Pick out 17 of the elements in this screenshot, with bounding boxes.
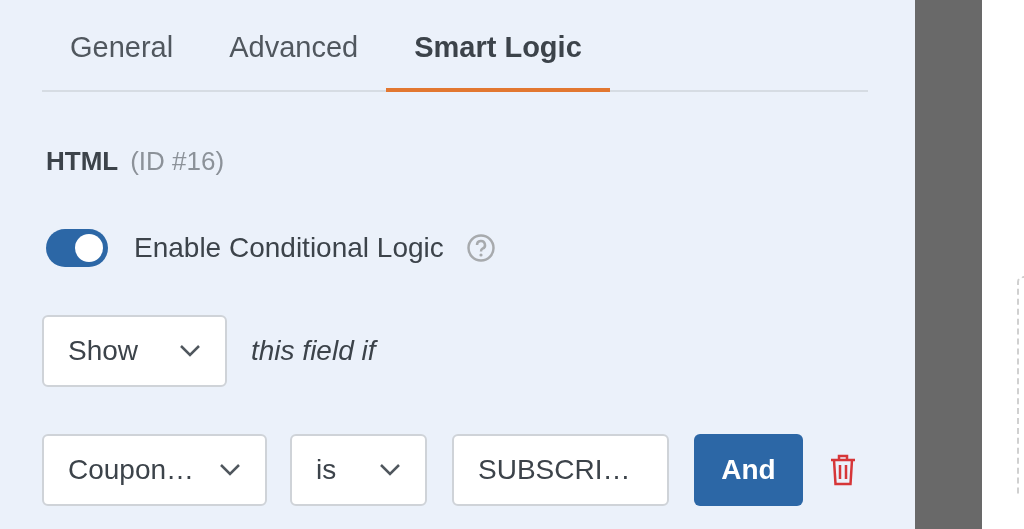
field-id: (ID #16)	[130, 145, 225, 178]
toggle-label: Enable Conditional Logic	[134, 231, 444, 265]
condition-text: this field if	[251, 334, 376, 368]
tab[interactable]: Smart Logic	[386, 0, 610, 92]
field-name: HTML	[46, 145, 119, 178]
operator-select[interactable]: is	[290, 434, 427, 506]
trash-icon[interactable]	[828, 453, 858, 487]
tab[interactable]: General	[42, 0, 202, 92]
chevron-down-icon	[179, 344, 201, 358]
toggle-switch[interactable]	[46, 229, 108, 267]
and-button[interactable]: And	[694, 434, 803, 506]
chevron-down-icon	[379, 463, 401, 477]
show-select[interactable]: Show	[42, 315, 227, 387]
tab[interactable]: Advanced	[201, 0, 387, 92]
field-select[interactable]: Coupon…	[42, 434, 267, 506]
value-input[interactable]: SUBSCRI…	[452, 434, 669, 506]
chevron-down-icon	[219, 463, 241, 477]
